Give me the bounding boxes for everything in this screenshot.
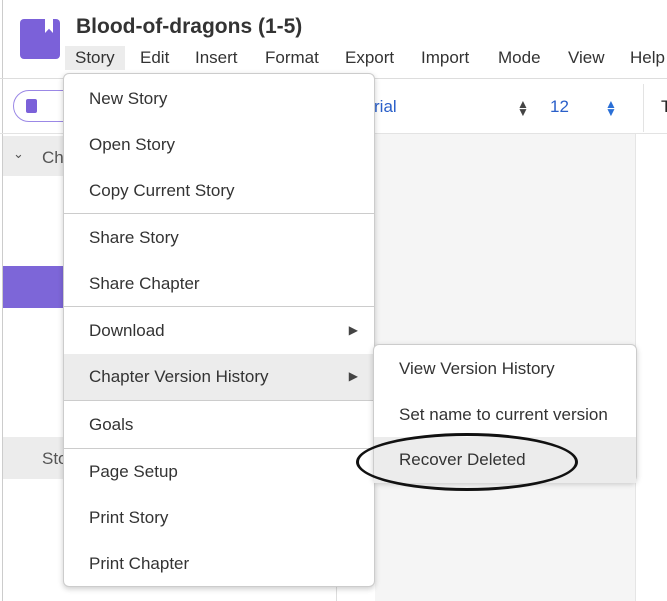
- add-file-icon: [26, 99, 37, 113]
- document-title: Blood-of-dragons (1-5): [76, 15, 303, 38]
- toolbar-divider: [643, 84, 644, 132]
- text-tool-button[interactable]: T: [661, 97, 667, 117]
- menu-item-chapter-version-history[interactable]: Chapter Version History ▶: [64, 354, 374, 400]
- menu-item-print-chapter[interactable]: Print Chapter: [64, 541, 374, 587]
- menu-help[interactable]: Help: [620, 46, 667, 70]
- menu-import[interactable]: Import: [411, 46, 479, 70]
- menu-item-set-version-name[interactable]: Set name to current version: [374, 392, 636, 438]
- selected-chapter-item[interactable]: [3, 266, 63, 308]
- menu-item-new-story[interactable]: New Story: [64, 76, 374, 122]
- font-size-select[interactable]: 12: [550, 97, 569, 117]
- submenu-arrow-icon: ▶: [348, 369, 358, 383]
- submenu-arrow-icon: ▶: [348, 323, 358, 337]
- font-spinner-icon[interactable]: ▲ ▼: [517, 98, 529, 118]
- menu-export[interactable]: Export: [335, 46, 404, 70]
- menu-item-download[interactable]: Download ▶: [64, 308, 374, 354]
- menu-item-open-story[interactable]: Open Story: [64, 122, 374, 168]
- menu-item-share-story[interactable]: Share Story: [64, 215, 374, 261]
- menu-insert[interactable]: Insert: [185, 46, 248, 70]
- font-select[interactable]: rial: [374, 97, 397, 117]
- menu-edit[interactable]: Edit: [130, 46, 179, 70]
- book-logo-icon: [20, 19, 60, 59]
- menu-item-share-chapter[interactable]: Share Chapter: [64, 261, 374, 307]
- story-menu: New Story Open Story Copy Current Story …: [63, 73, 375, 587]
- stories-section-header[interactable]: Sto: [3, 437, 68, 479]
- menu-story[interactable]: Story: [65, 46, 125, 70]
- menu-format[interactable]: Format: [255, 46, 329, 70]
- menu-item-copy-story[interactable]: Copy Current Story: [64, 168, 374, 214]
- chapters-section-header[interactable]: ⌄ Ch: [3, 136, 64, 176]
- menu-item-print-story[interactable]: Print Story: [64, 495, 374, 541]
- menu-item-goals[interactable]: Goals: [64, 402, 374, 448]
- menu-divider: [64, 306, 374, 307]
- highlight-ellipse-annotation: [356, 433, 578, 491]
- menu-view[interactable]: View: [558, 46, 615, 70]
- menu-divider: [64, 213, 374, 214]
- menu-divider: [64, 400, 374, 401]
- menu-item-view-version-history[interactable]: View Version History: [374, 346, 636, 392]
- menu-mode[interactable]: Mode: [488, 46, 551, 70]
- chevron-down-icon: ⌄: [13, 146, 24, 161]
- size-spinner-icon[interactable]: ▲ ▼: [605, 98, 617, 118]
- menu-item-page-setup[interactable]: Page Setup: [64, 449, 374, 495]
